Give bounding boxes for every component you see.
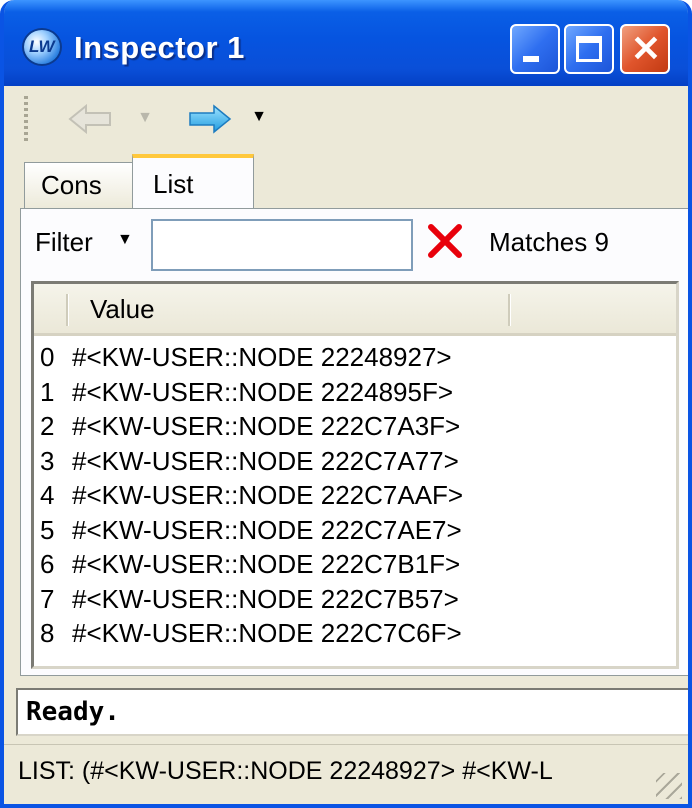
list-item-value: #<KW-USER::NODE 2224895F> [72, 376, 454, 407]
matches-count: Matches 9 [489, 227, 609, 257]
listener-output[interactable]: Ready. [16, 688, 688, 736]
resize-grip-icon[interactable] [656, 773, 682, 799]
toolbar-grip-icon[interactable] [24, 96, 28, 142]
list-item[interactable]: 5 #<KW-USER::NODE 222C7AE7> [40, 513, 670, 548]
list-item[interactable]: 4 #<KW-USER::NODE 222C7AAF> [40, 478, 670, 513]
value-list[interactable]: Value 0 #<KW-USER::NODE 22248927> 1 #<KW-US… [31, 281, 679, 669]
list-item-index: 5 [40, 514, 55, 545]
list-item-index: 4 [40, 480, 55, 510]
back-button[interactable] [68, 103, 114, 135]
list-item-index: 1 [40, 376, 55, 407]
list-item-index: 0 [40, 342, 55, 372]
filter-input[interactable] [151, 219, 413, 271]
filter-label[interactable]: Filter [35, 227, 93, 258]
list-item-value: #<KW-USER::NODE 222C7C6F> [72, 618, 462, 648]
list-item[interactable]: 7 #<KW-USER::NODE 222C7B57> [40, 582, 670, 617]
maximize-icon [576, 36, 602, 62]
list-rows: 0 #<KW-USER::NODE 22248927> 1 #<KW-USER::NO… [40, 340, 670, 651]
header-separator[interactable] [508, 294, 511, 326]
window-title: Inspector 1 [74, 30, 245, 65]
list-item[interactable]: 6 #<KW-USER::NODE 222C7B1F> [40, 547, 670, 582]
list-item[interactable]: 1 #<KW-USER::NODE 2224895F> [40, 375, 670, 410]
list-item-index: 7 [40, 583, 55, 614]
filter-mode-dropdown[interactable]: ▼ [117, 231, 133, 249]
list-header: Value [34, 284, 676, 336]
tab-list[interactable]: List [132, 154, 254, 212]
toolbar: ▼ ▼ [4, 86, 688, 154]
list-item-value: #<KW-USER::NODE 222C7B57> [72, 583, 459, 614]
list-item[interactable]: 8 #<KW-USER::NODE 222C7C6F> [40, 616, 670, 651]
close-icon [428, 224, 462, 258]
clear-filter-button[interactable] [425, 221, 465, 261]
list-item-value: #<KW-USER::NODE 222C7AE7> [72, 514, 462, 545]
list-item[interactable]: 0 #<KW-USER::NODE 22248927> [40, 340, 670, 375]
title-bar[interactable]: LW Inspector 1 ✕ [4, 0, 688, 86]
header-separator[interactable] [66, 294, 69, 326]
list-item-index: 8 [40, 618, 55, 648]
list-item-index: 3 [40, 445, 55, 476]
list-item-value: #<KW-USER::NODE 222C7B1F> [72, 549, 461, 579]
tab-cons[interactable]: Cons [24, 162, 134, 210]
arrow-right-icon [189, 104, 232, 134]
forward-button[interactable] [186, 104, 232, 134]
close-button[interactable]: ✕ [620, 24, 670, 74]
maximize-button[interactable] [564, 24, 614, 74]
minimize-button[interactable] [510, 24, 560, 74]
list-item-value: #<KW-USER::NODE 222C7AAF> [72, 480, 464, 510]
list-item-value: #<KW-USER::NODE 222C7A3F> [72, 411, 461, 441]
app-icon[interactable]: LW [22, 28, 62, 66]
minimize-icon [523, 56, 539, 62]
list-item-value: #<KW-USER::NODE 22248927> [72, 342, 452, 372]
back-history-dropdown[interactable]: ▼ [132, 108, 158, 128]
list-item-index: 6 [40, 549, 55, 579]
list-item[interactable]: 2 #<KW-USER::NODE 222C7A3F> [40, 409, 670, 444]
status-text: LIST: (#<KW-USER::NODE 22248927> #<KW-L [18, 757, 553, 785]
list-tab-panel: Filter ▼ Matches 9 Value 0#<KW-USER::NOD… [20, 208, 688, 676]
forward-history-dropdown[interactable]: ▼ [246, 106, 272, 128]
status-bar: LIST: (#<KW-USER::NODE 22248927> #<KW-L [4, 744, 688, 804]
close-icon: ✕ [630, 28, 662, 69]
tab-strip: Cons List [4, 154, 688, 212]
list-item-index: 2 [40, 411, 55, 441]
list-item[interactable]: 3 #<KW-USER::NODE 222C7A77> [40, 444, 670, 479]
column-header-value[interactable]: Value [90, 294, 155, 325]
arrow-left-icon [68, 103, 111, 135]
list-item-value: #<KW-USER::NODE 222C7A77> [72, 445, 459, 476]
inspector-window: LW Inspector 1 ✕ ▼ ▼ Cons List Filter ▼ [0, 0, 692, 808]
app-icon-text: LW [29, 37, 55, 56]
